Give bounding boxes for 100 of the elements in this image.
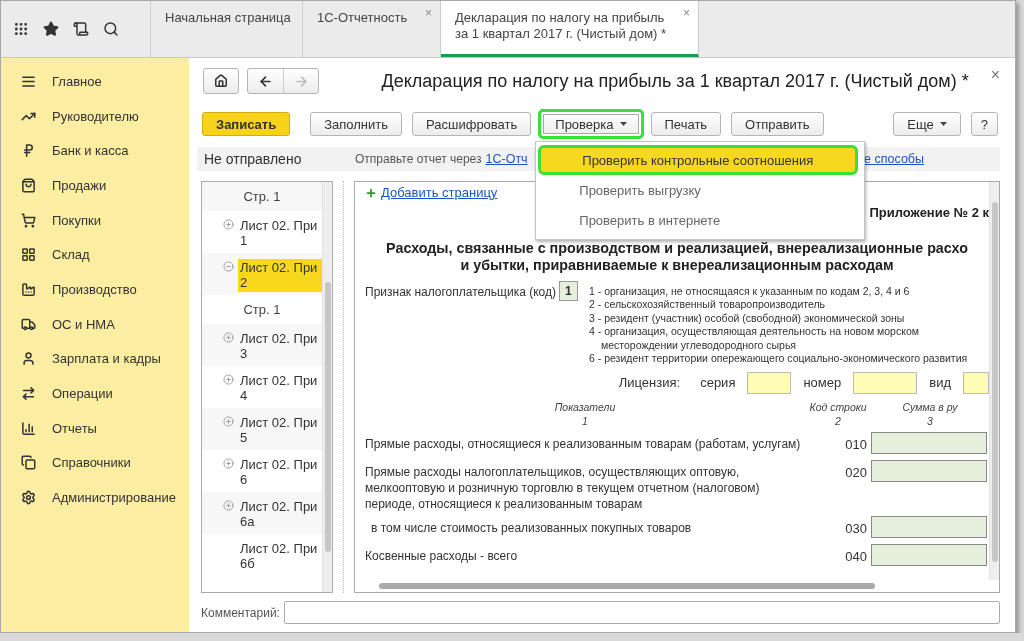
plus-icon xyxy=(365,186,377,199)
ruble-icon xyxy=(21,143,36,159)
comment-field[interactable] xyxy=(283,601,1000,624)
add-page-link[interactable]: Добавить страницу xyxy=(365,185,498,200)
sidebar-item[interactable]: Операции xyxy=(1,376,189,411)
menu-item[interactable]: Проверить выгрузку xyxy=(538,175,859,205)
toolbar-button[interactable]: Расшифровать xyxy=(412,112,532,136)
row-label: Косвенные расходы - всего xyxy=(365,547,519,565)
search-icon[interactable] xyxy=(103,21,119,37)
save-button[interactable]: Записать xyxy=(202,112,291,136)
menu-item[interactable]: Проверить в интернете xyxy=(538,205,859,235)
toolbar-button[interactable]: Печать xyxy=(650,112,722,136)
row-label: в том числе стоимость реализованных покупных товаров xyxy=(370,519,693,537)
collapse-icon[interactable] xyxy=(223,261,234,272)
expand-icon[interactable] xyxy=(223,500,234,511)
appendix-label: Приложение № 2 к xyxy=(869,204,989,220)
tree-item[interactable]: Стр. 1 xyxy=(202,182,322,211)
status-hint: Отправьте отчет через xyxy=(355,152,482,166)
code-description: 6 - резидент территории опережающего социально-экономического развития xyxy=(589,352,969,366)
license-field-label: серия xyxy=(700,375,736,390)
tree-item[interactable]: Лист 02. При 6б xyxy=(238,540,322,573)
row-label: Прямые расходы налогоплательщиков, осуществляющих оптовую, мелкооптовую и розничную торговлю в текущем отчетном (налоговом) периоде, относящиеся к реализованным товарам xyxy=(365,463,761,512)
expand-icon[interactable] xyxy=(223,458,234,469)
code-description: 3 - резидент (участник) особой (свободной) экономической зоны xyxy=(589,311,906,325)
sidebar-item[interactable]: Справочники xyxy=(1,445,189,481)
column-header: Показатели 1 xyxy=(554,399,616,428)
row-code: 030 xyxy=(844,519,868,536)
tree-item[interactable]: Лист 02. При 1 xyxy=(238,217,322,250)
close-icon[interactable]: × xyxy=(990,66,1000,84)
sidebar-item[interactable]: Банк и касса xyxy=(1,133,189,169)
check-menu-button[interactable]: Проверка xyxy=(538,109,644,139)
other-ways-link[interactable]: е способы xyxy=(864,152,924,166)
tree-item[interactable]: Лист 02. При 6 xyxy=(238,456,322,489)
home-icon xyxy=(214,74,228,88)
cart-icon xyxy=(21,212,36,228)
sidebar-item[interactable]: Администрирование xyxy=(1,480,189,515)
sidebar-item[interactable]: Продажи xyxy=(1,168,189,203)
column-header: Сумма в ру 3 xyxy=(902,399,958,428)
sidebar-item[interactable]: Зарплата и кадры xyxy=(1,341,189,377)
tree-item[interactable]: Лист 02. При 4 xyxy=(238,372,322,405)
expand-icon[interactable] xyxy=(223,219,234,230)
sidebar-item[interactable]: Главное xyxy=(1,64,189,99)
license-label: Лицензия: xyxy=(618,375,681,390)
service-link[interactable]: 1С-Отч xyxy=(485,152,528,166)
bar-chart-icon xyxy=(21,420,36,436)
documents-icon xyxy=(21,455,36,471)
taxpayer-label: Признак налогоплательщика (код) xyxy=(365,283,557,301)
license-field[interactable] xyxy=(963,371,989,394)
sidebar-item[interactable]: ОС и НМА xyxy=(1,306,189,342)
more-button[interactable]: Еще xyxy=(893,112,961,136)
code-description: 2 - сельскохозяйственный товаропроизводитель xyxy=(589,298,827,312)
star-icon[interactable] xyxy=(43,21,59,37)
menu-item[interactable]: Проверить контрольные соотношения xyxy=(538,145,859,175)
send-status: Не отправлено xyxy=(203,151,303,167)
form-title: Декларация по налогу на прибыль за 1 квартал 2017 г. (Чистый дом) * xyxy=(380,70,970,92)
help-button[interactable]: ? xyxy=(970,112,998,136)
amount-field[interactable] xyxy=(871,459,987,482)
caret-icon xyxy=(619,122,627,126)
amount-field[interactable] xyxy=(871,543,987,566)
form-heading: и убытки, приравниваемые к внереализационным расходам xyxy=(459,256,895,274)
lines-icon xyxy=(21,73,36,89)
amount-field[interactable] xyxy=(871,431,987,454)
arrows-icon xyxy=(21,386,36,402)
expand-icon[interactable] xyxy=(223,416,234,427)
tab[interactable]: Декларация по налогу на прибыль за 1 квартал 2017 г. (Чистый дом) * × xyxy=(441,1,699,57)
bag-icon xyxy=(21,177,36,193)
caret-icon xyxy=(939,122,947,126)
sidebar-item[interactable]: Отчеты xyxy=(1,410,189,446)
taxpayer-code[interactable]: 1 xyxy=(558,280,578,301)
scroll-icon[interactable] xyxy=(73,21,89,37)
comment-label: Комментарий: xyxy=(201,605,280,620)
sidebar-item[interactable]: Склад xyxy=(1,237,189,273)
license-field[interactable] xyxy=(747,371,792,394)
form-heading: Расходы, связанные с производством и реализацией, внереализационные расхо xyxy=(385,239,969,257)
sidebar-item[interactable]: Руководителю xyxy=(1,98,189,134)
sidebar-item[interactable]: Покупки xyxy=(1,202,189,238)
expand-icon[interactable] xyxy=(223,374,234,385)
toolbar-button[interactable]: Заполнить xyxy=(310,112,403,136)
toolbar-button[interactable]: Отправить xyxy=(731,112,824,136)
settings-icon xyxy=(21,490,36,506)
row-label: Прямые расходы, относящиеся к реализованным товарам (работам, услугам) xyxy=(365,435,802,453)
amount-field[interactable] xyxy=(871,515,987,538)
code-description: 1 - организация, не относящаяся к указанным по кодам 2, 3, 4 и 6 xyxy=(589,284,911,298)
home-button[interactable] xyxy=(203,68,239,94)
person-icon xyxy=(21,351,36,367)
sidebar-item[interactable]: Производство xyxy=(1,272,189,307)
row-code: 010 xyxy=(844,435,868,452)
row-code: 020 xyxy=(844,463,868,480)
code-description: 4 - организация, осуществляющая деятельность на новом морском месторождении углеводородного сырья xyxy=(589,325,920,352)
scrollbar[interactable] xyxy=(989,182,999,580)
factory-icon xyxy=(21,281,36,297)
grid-icon xyxy=(21,247,36,263)
expand-icon[interactable] xyxy=(223,332,234,343)
tree-item[interactable]: Лист 02. При 2 xyxy=(238,259,322,292)
truck-icon xyxy=(21,316,36,332)
close-tab-icon[interactable]: × xyxy=(683,5,690,21)
license-field[interactable] xyxy=(853,371,918,394)
scrollbar[interactable] xyxy=(322,182,332,592)
license-field-label: вид xyxy=(929,375,951,390)
apps-grid-icon[interactable] xyxy=(13,21,29,37)
